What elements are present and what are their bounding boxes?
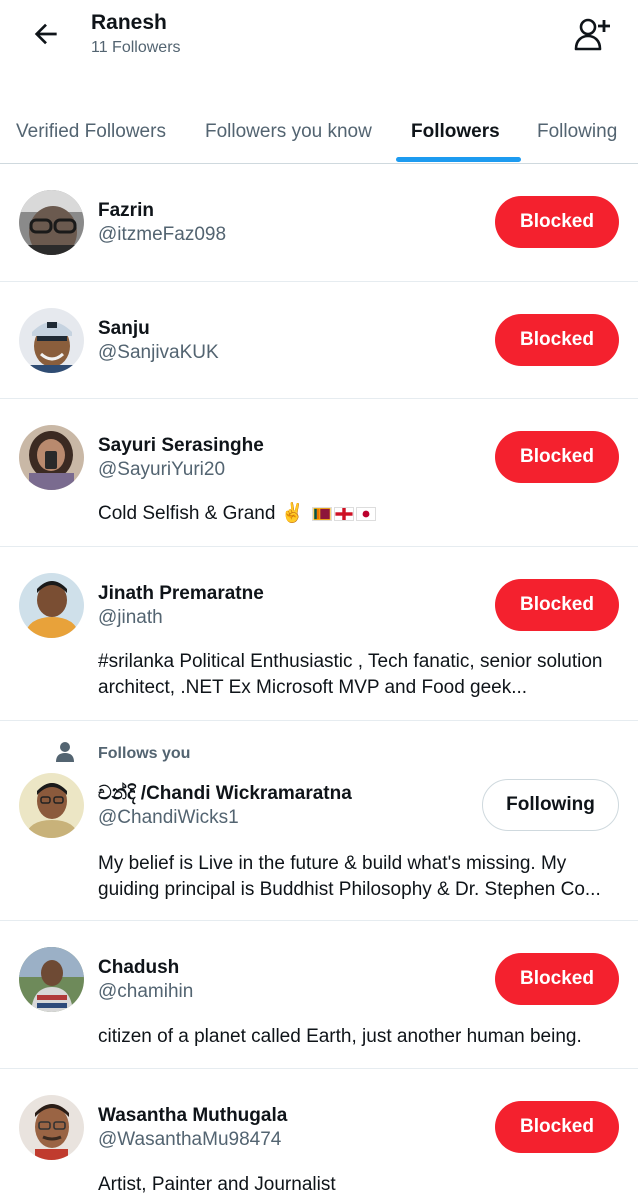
user-handle: @SanjivaKUK [98, 342, 219, 363]
user-handle: @WasanthaMu98474 [98, 1129, 282, 1150]
tab-verified-followers[interactable]: Verified Followers [16, 100, 166, 163]
avatar[interactable] [19, 773, 84, 838]
user-name: Sanju [98, 318, 150, 339]
avatar[interactable] [19, 190, 84, 255]
tab-following[interactable]: Following [537, 100, 617, 163]
list-item[interactable]: Sanju @SanjivaKUK Blocked [0, 282, 638, 399]
user-bio: citizen of a planet called Earth, just a… [98, 1026, 582, 1047]
user-bio: Cold Selfish & Grand ✌️ [98, 501, 618, 527]
user-name: Wasantha Muthugala [98, 1105, 288, 1126]
list-item[interactable]: Jinath Premaratne @jinath Blocked #srila… [0, 547, 638, 721]
blocked-button[interactable]: Blocked [495, 431, 619, 483]
back-button[interactable] [26, 14, 66, 54]
list-item[interactable]: Chadush @chamihin Blocked citizen of a p… [0, 921, 638, 1069]
followers-count: 11 Followers [91, 39, 181, 56]
sri-lanka-flag [311, 506, 332, 521]
user-handle: @jinath [98, 607, 163, 628]
tab-bar: Verified Followers Followers you know Fo… [0, 100, 638, 164]
blocked-button[interactable]: Blocked [495, 579, 619, 631]
following-button[interactable]: Following [482, 779, 619, 831]
blocked-button[interactable]: Blocked [495, 314, 619, 366]
avatar[interactable] [19, 947, 84, 1012]
arrow-left-icon [34, 23, 57, 45]
user-bio: #srilanka Political Enthusiastic , Tech … [98, 651, 603, 698]
top-app-bar: Ranesh 11 Followers [0, 0, 638, 70]
list-item[interactable]: Sayuri Serasinghe @SayuriYuri20 Blocked … [0, 399, 638, 547]
tab-followers-you-know[interactable]: Followers you know [205, 100, 372, 163]
tab-followers[interactable]: Followers [411, 100, 500, 163]
user-name: Sayuri Serasinghe [98, 435, 264, 456]
user-handle: @ChandiWicks1 [98, 807, 239, 828]
person-icon [56, 742, 74, 762]
user-name: Fazrin [98, 200, 154, 221]
avatar[interactable] [19, 308, 84, 373]
user-bio: My belief is Live in the future & build … [98, 853, 601, 900]
blocked-button[interactable]: Blocked [495, 1101, 619, 1153]
user-handle: @chamihin [98, 981, 194, 1002]
avatar[interactable] [19, 425, 84, 490]
user-handle: @itzmeFaz098 [98, 224, 227, 245]
user-name: Jinath Premaratne [98, 583, 264, 604]
list-item[interactable]: Follows you චන්දි /Chandi Wickramaratna … [0, 721, 638, 921]
blocked-button[interactable]: Blocked [495, 953, 619, 1005]
add-user-button[interactable] [570, 12, 616, 56]
bio-text: Cold Selfish & Grand ✌️ [98, 503, 305, 524]
england-flag [333, 506, 354, 521]
follows-you-label: Follows you [98, 745, 191, 762]
user-bio: Artist, Painter and Journalist [98, 1174, 336, 1195]
list-item[interactable]: Fazrin @itzmeFaz098 Blocked [0, 164, 638, 282]
user-name: චන්දි /Chandi Wickramaratna [98, 783, 352, 804]
person-add-icon [574, 18, 610, 51]
user-name: Chadush [98, 957, 180, 978]
avatar[interactable] [19, 1095, 84, 1160]
page-title: Ranesh [91, 11, 167, 34]
japan-flag [355, 506, 376, 521]
profile-title-block: Ranesh 11 Followers [91, 10, 181, 59]
blocked-button[interactable]: Blocked [495, 196, 619, 248]
user-handle: @SayuriYuri20 [98, 459, 226, 480]
list-item[interactable]: Wasantha Muthugala @WasanthaMu98474 Bloc… [0, 1069, 638, 1200]
avatar[interactable] [19, 573, 84, 638]
active-tab-indicator [396, 157, 521, 162]
